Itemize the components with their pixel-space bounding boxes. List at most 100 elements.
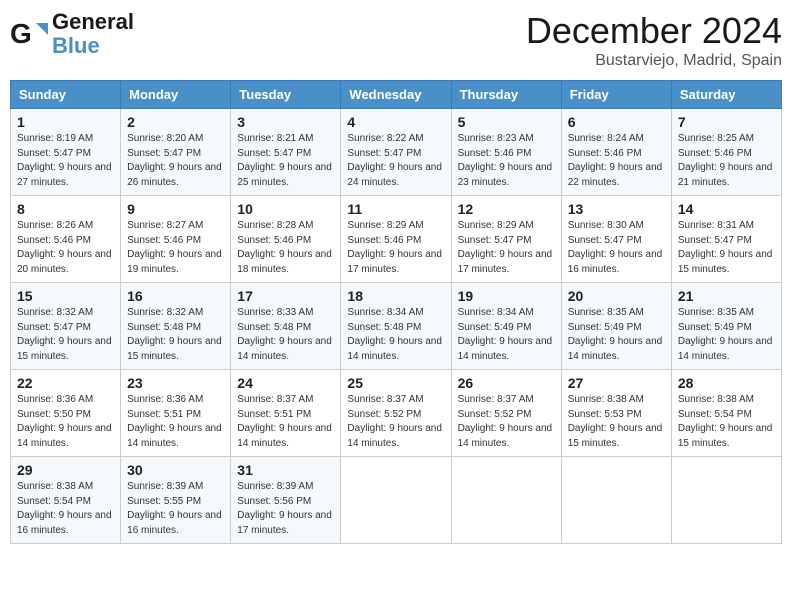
day-number: 5	[458, 114, 555, 130]
calendar-header-day: Monday	[121, 81, 231, 109]
day-number: 8	[17, 201, 114, 217]
calendar-day-cell: 11 Sunrise: 8:29 AMSunset: 5:46 PMDayligh…	[341, 196, 451, 283]
calendar-week-row: 8Sunrise: 8:26 AMSunset: 5:46 PMDaylight…	[11, 196, 782, 283]
calendar-day-cell: 13 Sunrise: 8:30 AMSunset: 5:47 PMDayligh…	[561, 196, 671, 283]
day-number: 16	[127, 288, 224, 304]
calendar-day-cell: 14 Sunrise: 8:31 AMSunset: 5:47 PMDayligh…	[671, 196, 781, 283]
calendar-week-row: 15Sunrise: 8:32 AMSunset: 5:47 PMDayligh…	[11, 283, 782, 370]
day-number: 13	[568, 201, 665, 217]
calendar-day-cell: 26Sunrise: 8:37 AMSunset: 5:52 PMDayligh…	[451, 370, 561, 457]
calendar-day-cell: 19 Sunrise: 8:34 AMSunset: 5:49 PMDayligh…	[451, 283, 561, 370]
calendar-day-cell: 9 Sunrise: 8:27 AMSunset: 5:46 PMDaylight…	[121, 196, 231, 283]
calendar-day-cell: 20Sunrise: 8:35 AMSunset: 5:49 PMDayligh…	[561, 283, 671, 370]
calendar-day-cell: 24 Sunrise: 8:37 AMSunset: 5:51 PMDayligh…	[231, 370, 341, 457]
calendar-day-cell: 12 Sunrise: 8:29 AMSunset: 5:47 PMDayligh…	[451, 196, 561, 283]
calendar-day-cell: 10Sunrise: 8:28 AMSunset: 5:46 PMDayligh…	[231, 196, 341, 283]
calendar-day-cell: 21 Sunrise: 8:35 AMSunset: 5:49 PMDayligh…	[671, 283, 781, 370]
calendar-day-cell	[341, 457, 451, 544]
day-info: Sunrise: 8:19 AMSunset: 5:47 PMDaylight:…	[17, 132, 114, 190]
day-number: 28	[678, 375, 775, 391]
logo-text: General Blue	[52, 10, 134, 58]
calendar-week-row: 29Sunrise: 8:38 AMSunset: 5:54 PMDayligh…	[11, 457, 782, 544]
location: Bustarviejo, Madrid, Spain	[526, 52, 782, 70]
day-info: Sunrise: 8:35 AMSunset: 5:49 PMDaylight:…	[678, 306, 775, 364]
day-number: 24	[237, 375, 334, 391]
calendar-day-cell: 5 Sunrise: 8:23 AMSunset: 5:46 PMDaylight…	[451, 109, 561, 196]
calendar-day-cell: 23 Sunrise: 8:36 AMSunset: 5:51 PMDayligh…	[121, 370, 231, 457]
day-info: Sunrise: 8:25 AMSunset: 5:46 PMDaylight:…	[678, 132, 775, 190]
day-number: 18	[347, 288, 444, 304]
day-info: Sunrise: 8:20 AMSunset: 5:47 PMDaylight:…	[127, 132, 224, 190]
day-number: 19	[458, 288, 555, 304]
calendar-week-row: 1Sunrise: 8:19 AMSunset: 5:47 PMDaylight…	[11, 109, 782, 196]
calendar-day-cell: 29Sunrise: 8:38 AMSunset: 5:54 PMDayligh…	[11, 457, 121, 544]
day-info: Sunrise: 8:34 AMSunset: 5:49 PMDaylight:…	[458, 306, 555, 364]
svg-text:G: G	[10, 18, 32, 49]
day-info: Sunrise: 8:32 AMSunset: 5:47 PMDaylight:…	[17, 306, 114, 364]
day-info: Sunrise: 8:24 AMSunset: 5:46 PMDaylight:…	[568, 132, 665, 190]
logo-icon: G	[10, 15, 48, 53]
day-number: 7	[678, 114, 775, 130]
day-number: 30	[127, 462, 224, 478]
calendar-day-cell: 17Sunrise: 8:33 AMSunset: 5:48 PMDayligh…	[231, 283, 341, 370]
calendar-day-cell: 3 Sunrise: 8:21 AMSunset: 5:47 PMDaylight…	[231, 109, 341, 196]
calendar-day-cell: 16 Sunrise: 8:32 AMSunset: 5:48 PMDayligh…	[121, 283, 231, 370]
day-number: 12	[458, 201, 555, 217]
day-info: Sunrise: 8:37 AMSunset: 5:52 PMDaylight:…	[458, 393, 555, 451]
day-info: Sunrise: 8:21 AMSunset: 5:47 PMDaylight:…	[237, 132, 334, 190]
day-info: Sunrise: 8:35 AMSunset: 5:49 PMDaylight:…	[568, 306, 665, 364]
day-number: 21	[678, 288, 775, 304]
title-block: December 2024 Bustarviejo, Madrid, Spain	[526, 10, 782, 70]
day-info: Sunrise: 8:39 AMSunset: 5:56 PMDaylight:…	[237, 480, 334, 538]
calendar-day-cell: 15Sunrise: 8:32 AMSunset: 5:47 PMDayligh…	[11, 283, 121, 370]
calendar-day-cell	[561, 457, 671, 544]
day-info: Sunrise: 8:37 AMSunset: 5:51 PMDaylight:…	[237, 393, 334, 451]
calendar-day-cell: 25Sunrise: 8:37 AMSunset: 5:52 PMDayligh…	[341, 370, 451, 457]
day-number: 4	[347, 114, 444, 130]
day-number: 23	[127, 375, 224, 391]
page-header: G General Blue December 2024 Bustarviejo…	[10, 10, 782, 70]
day-info: Sunrise: 8:32 AMSunset: 5:48 PMDaylight:…	[127, 306, 224, 364]
day-number: 11	[347, 201, 444, 217]
calendar-week-row: 22Sunrise: 8:36 AMSunset: 5:50 PMDayligh…	[11, 370, 782, 457]
calendar-day-cell: 30 Sunrise: 8:39 AMSunset: 5:55 PMDayligh…	[121, 457, 231, 544]
day-info: Sunrise: 8:30 AMSunset: 5:47 PMDaylight:…	[568, 219, 665, 277]
calendar-day-cell: 6Sunrise: 8:24 AMSunset: 5:46 PMDaylight…	[561, 109, 671, 196]
day-info: Sunrise: 8:29 AMSunset: 5:46 PMDaylight:…	[347, 219, 444, 277]
calendar-header-day: Tuesday	[231, 81, 341, 109]
day-info: Sunrise: 8:36 AMSunset: 5:51 PMDaylight:…	[127, 393, 224, 451]
calendar-day-cell: 28Sunrise: 8:38 AMSunset: 5:54 PMDayligh…	[671, 370, 781, 457]
calendar-body: 1Sunrise: 8:19 AMSunset: 5:47 PMDaylight…	[11, 109, 782, 544]
day-info: Sunrise: 8:27 AMSunset: 5:46 PMDaylight:…	[127, 219, 224, 277]
calendar-header-day: Wednesday	[341, 81, 451, 109]
day-info: Sunrise: 8:39 AMSunset: 5:55 PMDaylight:…	[127, 480, 224, 538]
logo: G General Blue	[10, 10, 134, 58]
calendar-day-cell	[451, 457, 561, 544]
day-number: 25	[347, 375, 444, 391]
calendar-day-cell: 31 Sunrise: 8:39 AMSunset: 5:56 PMDayligh…	[231, 457, 341, 544]
day-number: 31	[237, 462, 334, 478]
day-number: 3	[237, 114, 334, 130]
calendar-day-cell: 8Sunrise: 8:26 AMSunset: 5:46 PMDaylight…	[11, 196, 121, 283]
calendar-day-cell: 22Sunrise: 8:36 AMSunset: 5:50 PMDayligh…	[11, 370, 121, 457]
calendar-header-day: Sunday	[11, 81, 121, 109]
day-number: 27	[568, 375, 665, 391]
day-number: 9	[127, 201, 224, 217]
day-info: Sunrise: 8:29 AMSunset: 5:47 PMDaylight:…	[458, 219, 555, 277]
calendar-day-cell: 7 Sunrise: 8:25 AMSunset: 5:46 PMDaylight…	[671, 109, 781, 196]
day-info: Sunrise: 8:34 AMSunset: 5:48 PMDaylight:…	[347, 306, 444, 364]
calendar-day-cell	[671, 457, 781, 544]
day-number: 14	[678, 201, 775, 217]
day-info: Sunrise: 8:31 AMSunset: 5:47 PMDaylight:…	[678, 219, 775, 277]
day-info: Sunrise: 8:33 AMSunset: 5:48 PMDaylight:…	[237, 306, 334, 364]
calendar-day-cell: 4 Sunrise: 8:22 AMSunset: 5:47 PMDaylight…	[341, 109, 451, 196]
day-info: Sunrise: 8:38 AMSunset: 5:53 PMDaylight:…	[568, 393, 665, 451]
calendar-header-day: Thursday	[451, 81, 561, 109]
calendar-day-cell: 2 Sunrise: 8:20 AMSunset: 5:47 PMDaylight…	[121, 109, 231, 196]
day-info: Sunrise: 8:36 AMSunset: 5:50 PMDaylight:…	[17, 393, 114, 451]
day-info: Sunrise: 8:23 AMSunset: 5:46 PMDaylight:…	[458, 132, 555, 190]
day-info: Sunrise: 8:22 AMSunset: 5:47 PMDaylight:…	[347, 132, 444, 190]
calendar-header-row: SundayMondayTuesdayWednesdayThursdayFrid…	[11, 81, 782, 109]
calendar-day-cell: 18 Sunrise: 8:34 AMSunset: 5:48 PMDayligh…	[341, 283, 451, 370]
day-number: 2	[127, 114, 224, 130]
